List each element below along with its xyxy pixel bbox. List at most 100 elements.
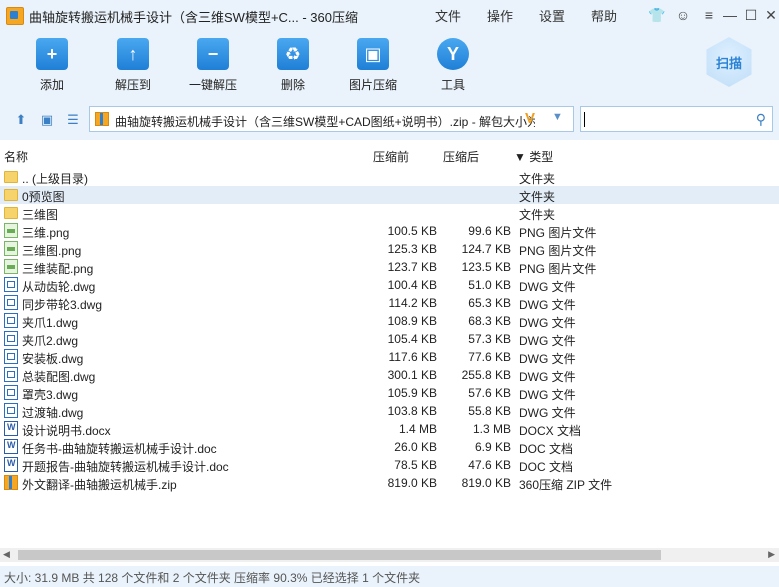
table-row[interactable]: 三维装配.png 123.7 KB 123.5 KB PNG 图片文件 [0,258,779,276]
menu-help[interactable]: 帮助 [591,6,617,25]
address-path: 曲轴旋转搬运机械手设计（含三维SW模型+CAD图纸+说明书）.zip - 解包大… [115,115,535,129]
file-name: 三维装配.png [22,262,94,276]
search-icon[interactable]: ⚲ [756,111,766,128]
address-bar[interactable]: 曲轴旋转搬运机械手设计（含三维SW模型+CAD图纸+说明书）.zip - 解包大… [89,106,574,132]
folder-file-icon [4,171,18,183]
file-original-size: 99.6 KB [468,224,511,238]
scroll-right-icon[interactable]: ▶ [768,549,775,560]
file-original-size: 57.3 KB [468,332,511,346]
file-original-size: 124.7 KB [461,242,511,256]
extract-to-label: 解压到 [114,78,151,92]
table-row[interactable]: 0预览图 文件夹 [0,186,779,204]
file-name: 安装板.dwg [22,352,84,366]
col-original[interactable]: 压缩后 [443,148,479,165]
table-row[interactable]: 总装配图.dwg 300.1 KB 255.8 KB DWG 文件 [0,366,779,384]
table-row[interactable]: 安装板.dwg 117.6 KB 77.6 KB DWG 文件 [0,348,779,366]
tools-label: 工具 [440,78,465,92]
file-name: 罩壳3.dwg [22,388,79,402]
tools-button[interactable]: Y 工具 [418,38,488,93]
maximize-button[interactable]: ☐ [740,4,762,26]
search-input[interactable]: ⚲ [580,106,773,132]
file-type: DWG 文件 [519,298,576,312]
tools-icon: Y [437,38,469,70]
close-button[interactable]: ✕ [760,4,779,26]
menu-file[interactable]: 文件 [435,6,461,25]
file-compressed-size: 300.1 KB [387,368,437,382]
file-original-size: 1.3 MB [472,422,511,436]
menu-icon[interactable]: ≡ [698,4,720,26]
file-original-size: 123.5 KB [461,260,511,274]
file-original-size: 255.8 KB [461,368,511,382]
doc-file-icon [4,439,18,454]
file-name: 三维图 [22,208,59,222]
file-compressed-size: 123.7 KB [387,260,437,274]
table-row[interactable]: 夹爪1.dwg 108.9 KB 68.3 KB DWG 文件 [0,312,779,330]
dwg-file-icon [4,331,18,346]
status-text: 大小: 31.9 MB 共 128 个文件和 2 个文件夹 压缩率 90.3% … [4,571,421,585]
table-row[interactable]: 任务书-曲轴旋转搬运机械手设计.doc 26.0 KB 6.9 KB DOC 文档 [0,438,779,456]
one-click-extract-button[interactable]: − 一键解压 [178,38,248,93]
menu-operation[interactable]: 操作 [487,6,513,25]
file-type: DWG 文件 [519,370,576,384]
file-type: 360压缩 ZIP 文件 [519,478,613,492]
menu-settings[interactable]: 设置 [539,6,565,25]
table-row[interactable]: 过渡轴.dwg 103.8 KB 55.8 KB DWG 文件 [0,402,779,420]
col-name[interactable]: 名称 [4,148,28,165]
delete-label: 删除 [280,78,305,92]
up-arrow-icon[interactable]: ⬆ [14,113,28,127]
scroll-left-icon[interactable]: ◀ [3,549,10,560]
file-original-size: 6.9 KB [474,440,511,454]
horizontal-scrollbar[interactable]: ◀ ▶ [0,548,779,562]
col-type[interactable]: ▼ 类型 [514,148,553,165]
text-caret [584,112,585,127]
thumbnail-view-icon[interactable]: ▣ [40,113,54,127]
table-row[interactable]: 从动齿轮.dwg 100.4 KB 51.0 KB DWG 文件 [0,276,779,294]
dwg-file-icon [4,277,18,292]
dwg-file-icon [4,385,18,400]
file-original-size: 819.0 KB [461,476,511,490]
list-view-icon[interactable]: ☰ [66,113,80,127]
file-compressed-size: 108.9 KB [387,314,437,328]
feedback-icon[interactable]: ☺ [672,4,694,26]
dwg-file-icon [4,295,18,310]
file-list: .. (上级目录) 文件夹 0预览图 文件夹 三维图 文件夹 三维.png 100.5 KB 9… [0,168,779,492]
file-type: DWG 文件 [519,280,576,294]
file-original-size: 55.8 KB [468,404,511,418]
minimize-button[interactable]: — [719,4,741,26]
extract-to-button[interactable]: ↑ 解压到 [98,38,168,93]
add-label: 添加 [39,78,64,92]
file-type: PNG 图片文件 [519,244,597,258]
skin-icon[interactable]: 👕 [646,4,668,26]
chevron-down-icon[interactable]: ▼ [552,111,563,123]
scan-label: 扫描 [715,55,742,71]
col-compressed[interactable]: 压缩前 [373,148,409,165]
file-name: .. (上级目录) [22,172,88,186]
doc-file-icon [4,421,18,436]
file-type: 文件夹 [519,190,556,204]
image-compress-button[interactable]: ▣ 图片压缩 [338,38,408,93]
file-compressed-size: 105.4 KB [387,332,437,346]
table-row[interactable]: .. (上级目录) 文件夹 [0,168,779,186]
folder-file-icon [4,207,18,219]
table-row[interactable]: 三维.png 100.5 KB 99.6 KB PNG 图片文件 [0,222,779,240]
file-compressed-size: 114.2 KB [388,296,437,310]
file-compressed-size: 100.5 KB [387,224,437,238]
table-row[interactable]: 夹爪2.dwg 105.4 KB 57.3 KB DWG 文件 [0,330,779,348]
table-row[interactable]: 同步带轮3.dwg 114.2 KB 65.3 KB DWG 文件 [0,294,779,312]
file-original-size: 65.3 KB [468,296,511,310]
file-compressed-size: 105.9 KB [387,386,437,400]
table-row[interactable]: 开题报告-曲轴旋转搬运机械手设计.doc 78.5 KB 47.6 KB DOC 文档 [0,456,779,474]
png-file-icon [4,223,18,238]
table-row[interactable]: 外文翻译-曲轴搬运机械手.zip 819.0 KB 819.0 KB 360压缩 ZI… [0,474,779,492]
delete-button[interactable]: ♻ 删除 [258,38,328,93]
file-compressed-size: 78.5 KB [394,458,437,472]
scrollbar-thumb[interactable] [18,550,661,560]
table-row[interactable]: 罩壳3.dwg 105.9 KB 57.6 KB DWG 文件 [0,384,779,402]
dwg-file-icon [4,403,18,418]
file-compressed-size: 117.6 KB [388,350,437,364]
table-row[interactable]: 设计说明书.docx 1.4 MB 1.3 MB DOCX 文档 [0,420,779,438]
table-row[interactable]: 三维图.png 125.3 KB 124.7 KB PNG 图片文件 [0,240,779,258]
file-original-size: 68.3 KB [468,314,511,328]
table-row[interactable]: 三维图 文件夹 [0,204,779,222]
add-button[interactable]: + 添加 [17,38,87,93]
